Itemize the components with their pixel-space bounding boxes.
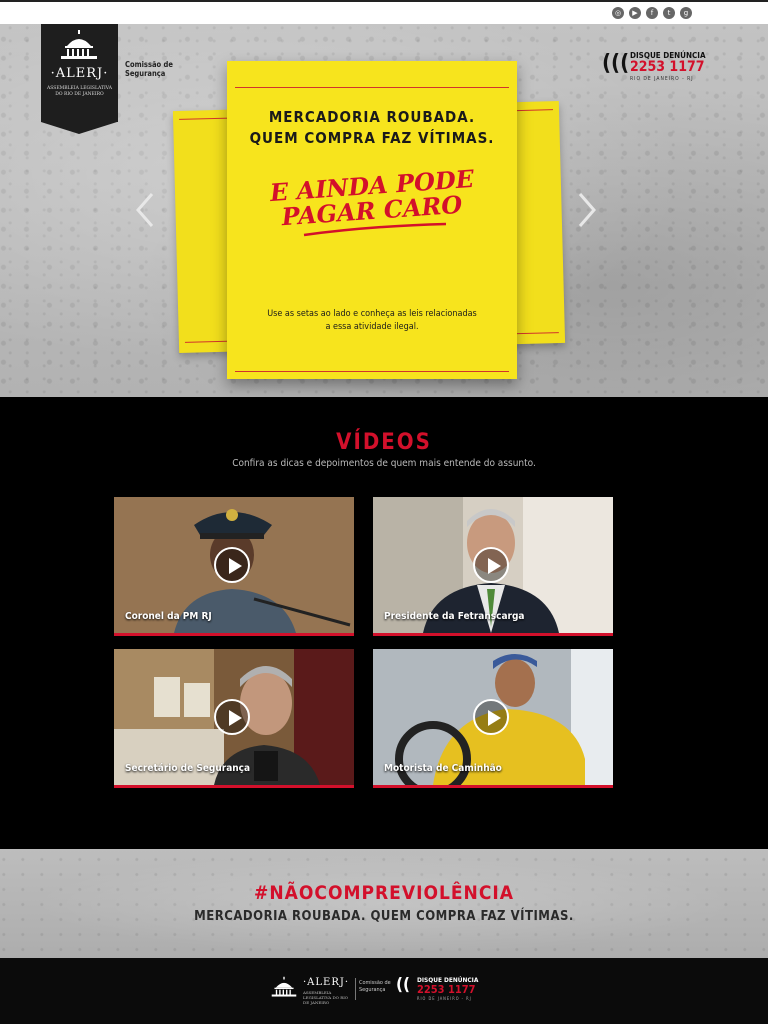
phone-wave-icon: (((: [602, 51, 630, 76]
chevron-right-icon[interactable]: [577, 192, 597, 228]
youtube-icon[interactable]: ▶: [629, 7, 641, 19]
footer: ·ALERJ· ASSEMBLEIA LEGISLATIVA DO RIO DE…: [0, 958, 768, 1024]
video-card-coronel[interactable]: Coronel da PM RJ: [114, 497, 354, 636]
script-underline: [303, 222, 447, 237]
hero-instructions-1: Use as setas ao lado e conheça as leis r…: [267, 309, 477, 319]
facebook-icon[interactable]: f: [646, 7, 658, 19]
footer-logo-subtitle: ASSEMBLEIA LEGISLATIVA DO RIO DE JANEIRO: [303, 990, 349, 1005]
hero-section: ·ALERJ· ASSEMBLEIA LEGISLATIVA DO RIO DE…: [0, 24, 768, 397]
footer-hotline-region: RIO DE JANEIRO - RJ: [417, 996, 472, 1001]
play-icon[interactable]: [214, 547, 250, 583]
alerj-logo[interactable]: ·ALERJ· ASSEMBLEIA LEGISLATIVA DO RIO DE…: [41, 24, 118, 134]
footer-commission: Comissão de Segurança: [359, 980, 391, 993]
hero-headline-1: MERCADORIA ROUBADA.: [268, 108, 476, 126]
video-card-motorista[interactable]: Motorista de Caminhão: [373, 649, 613, 788]
campaign-band: #NÃOCOMPREVIOLÊNCIA MERCADORIA ROUBADA. …: [0, 849, 768, 958]
footer-logo-name[interactable]: ·ALERJ·: [303, 977, 349, 988]
social-links: ◎ ▶ f t g: [612, 7, 692, 19]
chevron-left-icon[interactable]: [135, 192, 155, 228]
video-card-presidente[interactable]: Presidente da Fetranscarga: [373, 497, 613, 636]
logo-name: ·ALERJ·: [50, 66, 109, 81]
video-caption: Presidente da Fetranscarga: [384, 611, 525, 622]
footer-divider: [355, 978, 356, 1000]
video-caption: Motorista de Caminhão: [384, 763, 502, 774]
video-card-secretario[interactable]: Secretário de Segurança: [114, 649, 354, 788]
hero-instructions-2: a essa atividade ilegal.: [325, 322, 419, 332]
instagram-icon[interactable]: ◎: [612, 7, 624, 19]
hotline-badge[interactable]: ((( DISQUE DENÚNCIA 2253 1177 RIO DE JAN…: [602, 45, 706, 89]
twitter-icon[interactable]: t: [663, 7, 675, 19]
play-icon[interactable]: [473, 699, 509, 735]
logo-subtitle: ASSEMBLEIA LEGISLATIVA DO RIO DE JANEIRO: [47, 86, 112, 97]
videos-title: VÍDEOS: [336, 430, 432, 455]
google-plus-icon[interactable]: g: [680, 7, 692, 19]
dome-icon: [271, 976, 297, 997]
hotline-region: RIO DE JANEIRO - RJ: [630, 76, 694, 82]
phone-wave-icon: ((: [396, 975, 410, 995]
play-icon[interactable]: [214, 699, 250, 735]
dome-icon: [61, 30, 97, 59]
top-bar: ◎ ▶ f t g: [0, 0, 768, 24]
commission-label: Comissão de Segurança: [125, 60, 173, 78]
hero-headline-2: QUEM COMPRA FAZ VÍTIMAS.: [249, 129, 495, 147]
videos-subtitle: Confira as dicas e depoimentos de quem m…: [232, 458, 536, 469]
video-caption: Coronel da PM RJ: [125, 611, 212, 622]
hotline-number: 2253 1177: [630, 59, 705, 75]
video-caption: Secretário de Segurança: [125, 763, 251, 774]
footer-hotline-number[interactable]: 2253 1177: [417, 983, 476, 996]
play-icon[interactable]: [473, 547, 509, 583]
hero-note: MERCADORIA ROUBADA. QUEM COMPRA FAZ VÍTI…: [227, 61, 517, 379]
videos-section: VÍDEOS Confira as dicas e depoimentos de…: [0, 397, 768, 849]
campaign-tagline: MERCADORIA ROUBADA. QUEM COMPRA FAZ VÍTI…: [194, 909, 574, 924]
campaign-hashtag[interactable]: #NÃOCOMPREVIOLÊNCIA: [0, 882, 768, 904]
